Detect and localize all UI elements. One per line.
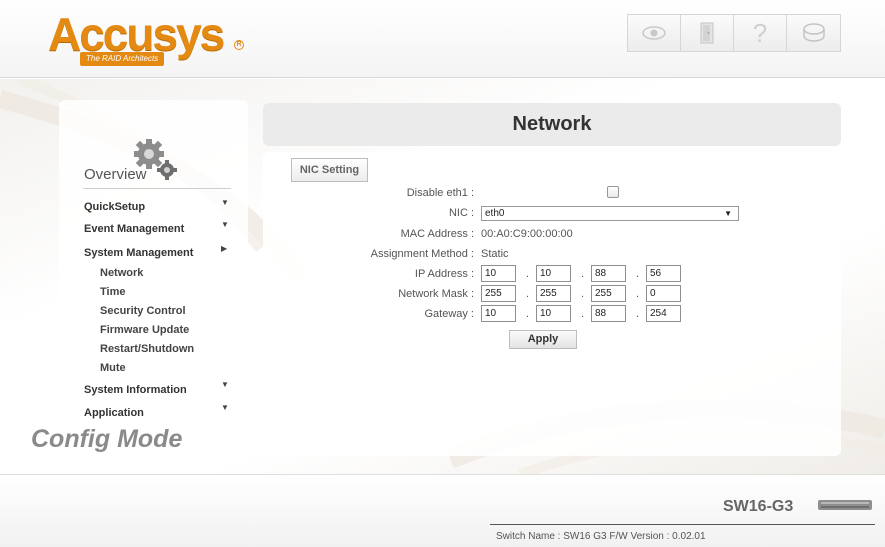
sidebar-subitem-network[interactable]: Network xyxy=(100,267,143,279)
ip-octet-3-input[interactable]: 88 xyxy=(591,265,626,282)
sidebar-subitem-restart-shutdown[interactable]: Restart/Shutdown xyxy=(100,343,194,355)
assignment-method-label: Assignment Method : xyxy=(370,248,474,260)
mask-dot: . xyxy=(636,288,640,300)
disable-eth1-checkbox[interactable] xyxy=(607,186,619,198)
page-title: Network xyxy=(512,113,592,135)
mac-address-label: MAC Address : xyxy=(400,228,474,240)
logo-text: Accusys xyxy=(48,8,225,60)
model-name: SW16-G3 xyxy=(723,498,794,515)
gateway-dot: . xyxy=(636,308,640,320)
ip-octet-4-input[interactable]: 56 xyxy=(646,265,681,282)
header: Accusys R The RAID Architects ? xyxy=(0,0,885,78)
chevron-right-icon: ▶ xyxy=(221,244,228,253)
nic-label: NIC : xyxy=(448,207,474,219)
mask-octet-1-input[interactable]: 255 xyxy=(481,285,516,302)
logo-registered-mark: R xyxy=(234,40,244,50)
chevron-down-icon: ▼ xyxy=(221,220,229,229)
chevron-down-icon: ▼ xyxy=(221,403,229,412)
gateway-octet-1-input[interactable]: 10 xyxy=(481,305,516,322)
gateway-label: Gateway : xyxy=(424,308,474,320)
overview-link[interactable]: Overview xyxy=(84,166,147,183)
logo-tagline: The RAID Architects xyxy=(80,52,165,66)
sidebar-subitem-mute[interactable]: Mute xyxy=(100,362,126,374)
sidebar-item-event-management[interactable]: Event Management xyxy=(84,223,184,235)
mac-address-value: 00:A0:C9:00:00:00 xyxy=(481,228,573,240)
nic-select[interactable]: eth0 ▼ xyxy=(481,206,739,221)
gateway-octet-3-input[interactable]: 88 xyxy=(591,305,626,322)
mask-octet-3-input[interactable]: 255 xyxy=(591,285,626,302)
door-exit-icon[interactable] xyxy=(681,15,734,51)
ip-octet-2-input[interactable]: 10 xyxy=(536,265,571,282)
mask-dot: . xyxy=(526,288,530,300)
sidebar-subitem-security-control[interactable]: Security Control xyxy=(100,305,186,317)
sidebar-divider xyxy=(83,188,231,189)
eye-icon[interactable] xyxy=(628,15,681,51)
sidebar: Overview QuickSetup ▼ Event Management ▼… xyxy=(59,100,248,456)
sidebar-item-application[interactable]: Application xyxy=(84,407,144,419)
disk-icon[interactable] xyxy=(787,15,840,51)
ip-dot: . xyxy=(636,268,640,280)
gateway-dot: . xyxy=(581,308,585,320)
gateway-octet-4-input[interactable]: 254 xyxy=(646,305,681,322)
gateway-dot: . xyxy=(526,308,530,320)
ip-octet-1-input[interactable]: 10 xyxy=(481,265,516,282)
sidebar-item-quicksetup[interactable]: QuickSetup xyxy=(84,201,145,213)
help-question-icon[interactable]: ? xyxy=(734,15,787,51)
title-panel: Network xyxy=(263,103,841,146)
gateway-octet-2-input[interactable]: 10 xyxy=(536,305,571,322)
sidebar-subitem-time[interactable]: Time xyxy=(100,286,125,298)
mask-octet-4-input[interactable]: 0 xyxy=(646,285,681,302)
switch-device-icon xyxy=(818,500,872,510)
tab-nic-setting[interactable]: NIC Setting xyxy=(291,158,368,182)
sidebar-item-system-information[interactable]: System Information xyxy=(84,384,187,396)
accusys-logo: Accusys R The RAID Architects xyxy=(48,10,248,66)
mask-octet-2-input[interactable]: 255 xyxy=(536,285,571,302)
footer-version-info: Switch Name : SW16 G3 F/W Version : 0.02… xyxy=(496,531,706,542)
chevron-down-icon: ▼ xyxy=(221,380,229,389)
network-mask-label: Network Mask : xyxy=(398,288,474,300)
disable-eth1-label: Disable eth1 : xyxy=(406,187,474,199)
footer-divider xyxy=(490,524,875,525)
ip-dot: . xyxy=(526,268,530,280)
nic-select-value: eth0 xyxy=(485,208,505,219)
ip-address-label: IP Address : xyxy=(414,268,474,280)
ip-dot: . xyxy=(581,268,585,280)
chevron-down-icon: ▼ xyxy=(221,198,229,207)
chevron-down-icon: ▼ xyxy=(724,209,732,218)
mask-dot: . xyxy=(581,288,585,300)
config-mode-label: Config Mode xyxy=(31,425,183,453)
apply-button[interactable]: Apply xyxy=(509,330,577,349)
sidebar-item-system-management[interactable]: System Management xyxy=(84,247,193,259)
sidebar-subitem-firmware-update[interactable]: Firmware Update xyxy=(100,324,189,336)
toolbar-icons: ? xyxy=(627,14,841,52)
assignment-method-value: Static xyxy=(481,248,509,260)
